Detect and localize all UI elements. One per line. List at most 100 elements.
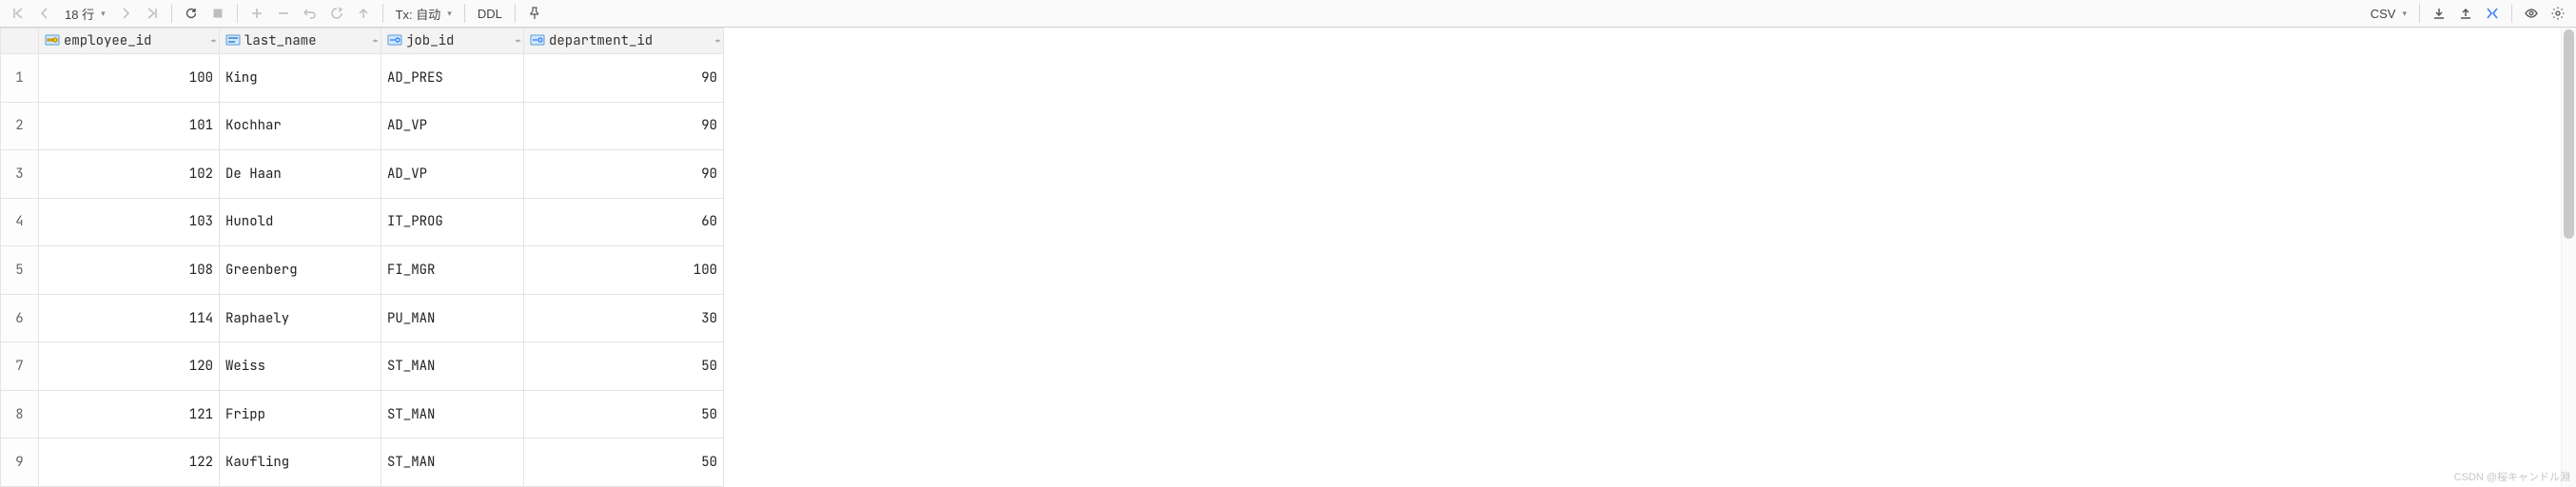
cell-employee_id[interactable]: 122 — [39, 438, 220, 487]
table-row[interactable]: 4103HunoldIT_PROG60 — [1, 198, 724, 246]
column-label: department_id — [549, 32, 653, 49]
vertical-scrollbar[interactable] — [2561, 28, 2576, 487]
table-row[interactable]: 1100KingAD_PRES90 — [1, 54, 724, 103]
cell-department_id[interactable]: 50 — [524, 342, 724, 391]
settings-button[interactable] — [2546, 2, 2570, 25]
table-row[interactable]: 7120WeissST_MAN50 — [1, 342, 724, 391]
row-number-cell[interactable]: 2 — [1, 102, 39, 150]
sort-handle-icon[interactable]: ◂▸ — [209, 35, 215, 48]
column-icon — [387, 32, 402, 48]
cell-last_name[interactable]: Raphaely — [220, 294, 381, 342]
submit-button[interactable] — [351, 2, 376, 25]
cell-job_id[interactable]: ST_MAN — [381, 390, 524, 438]
toolbar: 18 行▾ Tx: 自动▾ DDL CSV▾ — [0, 0, 2576, 28]
cell-department_id[interactable]: 90 — [524, 150, 724, 199]
delete-row-button[interactable] — [271, 2, 296, 25]
row-number-cell[interactable]: 5 — [1, 246, 39, 295]
cell-employee_id[interactable]: 121 — [39, 390, 220, 438]
import-button[interactable] — [2453, 2, 2478, 25]
cell-department_id[interactable]: 90 — [524, 54, 724, 103]
row-count-label[interactable]: 18 行▾ — [59, 2, 111, 25]
table-row[interactable]: 6114RaphaelyPU_MAN30 — [1, 294, 724, 342]
cell-employee_id[interactable]: 103 — [39, 198, 220, 246]
cell-department_id[interactable]: 60 — [524, 198, 724, 246]
column-header-employee_id[interactable]: employee_id◂▸ — [39, 29, 220, 54]
revert-button[interactable] — [298, 2, 322, 25]
cell-department_id[interactable]: 30 — [524, 294, 724, 342]
sort-handle-icon[interactable]: ◂▸ — [713, 35, 719, 48]
separator — [382, 4, 383, 23]
export-format-dropdown[interactable]: CSV▾ — [2365, 2, 2412, 25]
cell-job_id[interactable]: AD_VP — [381, 102, 524, 150]
cell-job_id[interactable]: AD_VP — [381, 150, 524, 199]
table-row[interactable]: 2101KochharAD_VP90 — [1, 102, 724, 150]
prev-page-button[interactable] — [32, 2, 57, 25]
row-number-cell[interactable]: 6 — [1, 294, 39, 342]
cell-job_id[interactable]: ST_MAN — [381, 342, 524, 391]
refresh-button[interactable] — [179, 2, 204, 25]
row-number-cell[interactable]: 4 — [1, 198, 39, 246]
result-grid[interactable]: employee_id◂▸last_name◂▸job_id◂▸departme… — [0, 28, 724, 487]
last-page-button[interactable] — [140, 2, 165, 25]
cell-last_name[interactable]: Weiss — [220, 342, 381, 391]
add-row-button[interactable] — [244, 2, 269, 25]
commit-button[interactable] — [324, 2, 349, 25]
first-page-button[interactable] — [6, 2, 30, 25]
column-icon — [45, 32, 60, 48]
table-row[interactable]: 8121FrippST_MAN50 — [1, 390, 724, 438]
cell-job_id[interactable]: AD_PRES — [381, 54, 524, 103]
cell-department_id[interactable]: 90 — [524, 102, 724, 150]
row-number-cell[interactable]: 9 — [1, 438, 39, 487]
chevron-down-icon: ▾ — [447, 9, 452, 19]
pin-button[interactable] — [522, 2, 547, 25]
column-label: job_id — [406, 32, 454, 49]
tx-mode-dropdown[interactable]: Tx: 自动▾ — [390, 2, 458, 25]
cell-employee_id[interactable]: 114 — [39, 294, 220, 342]
cell-last_name[interactable]: Kaufling — [220, 438, 381, 487]
table-row[interactable]: 3102De HaanAD_VP90 — [1, 150, 724, 199]
cell-employee_id[interactable]: 102 — [39, 150, 220, 199]
next-page-button[interactable] — [113, 2, 138, 25]
table-row[interactable]: 9122KauflingST_MAN50 — [1, 438, 724, 487]
watermark: CSDN @桜キャンドル淵 — [2454, 469, 2570, 484]
cell-job_id[interactable]: ST_MAN — [381, 438, 524, 487]
stop-button[interactable] — [205, 2, 230, 25]
export-button[interactable] — [2427, 2, 2451, 25]
cell-department_id[interactable]: 50 — [524, 390, 724, 438]
separator — [515, 4, 516, 23]
row-number-cell[interactable]: 3 — [1, 150, 39, 199]
column-header-job_id[interactable]: job_id ◂▸ — [381, 29, 524, 54]
row-number-cell[interactable]: 1 — [1, 54, 39, 103]
cell-job_id[interactable]: FI_MGR — [381, 246, 524, 295]
cell-job_id[interactable]: PU_MAN — [381, 294, 524, 342]
chevron-down-icon: ▾ — [2402, 9, 2407, 19]
cell-last_name[interactable]: De Haan — [220, 150, 381, 199]
cell-department_id[interactable]: 100 — [524, 246, 724, 295]
ddl-button[interactable]: DDL — [472, 2, 508, 25]
compare-button[interactable] — [2480, 2, 2505, 25]
cell-last_name[interactable]: Fripp — [220, 390, 381, 438]
sort-handle-icon[interactable]: ◂▸ — [514, 35, 519, 48]
cell-last_name[interactable]: Kochhar — [220, 102, 381, 150]
cell-last_name[interactable]: Hunold — [220, 198, 381, 246]
table-row[interactable]: 5108GreenbergFI_MGR100 — [1, 246, 724, 295]
separator — [171, 4, 172, 23]
cell-department_id[interactable]: 50 — [524, 438, 724, 487]
view-button[interactable] — [2519, 2, 2544, 25]
separator — [464, 4, 465, 23]
row-number-cell[interactable]: 7 — [1, 342, 39, 391]
scrollbar-thumb[interactable] — [2564, 29, 2574, 239]
cell-last_name[interactable]: King — [220, 54, 381, 103]
cell-employee_id[interactable]: 100 — [39, 54, 220, 103]
cell-last_name[interactable]: Greenberg — [220, 246, 381, 295]
column-header-department_id[interactable]: department_id ◂▸ — [524, 29, 724, 54]
sort-handle-icon[interactable]: ◂▸ — [371, 35, 377, 48]
cell-employee_id[interactable]: 108 — [39, 246, 220, 295]
cell-job_id[interactable]: IT_PROG — [381, 198, 524, 246]
column-header-last_name[interactable]: last_name◂▸ — [220, 29, 381, 54]
cell-employee_id[interactable]: 120 — [39, 342, 220, 391]
row-number-cell[interactable]: 8 — [1, 390, 39, 438]
column-icon — [530, 32, 545, 48]
cell-employee_id[interactable]: 101 — [39, 102, 220, 150]
row-number-header[interactable] — [1, 29, 39, 54]
